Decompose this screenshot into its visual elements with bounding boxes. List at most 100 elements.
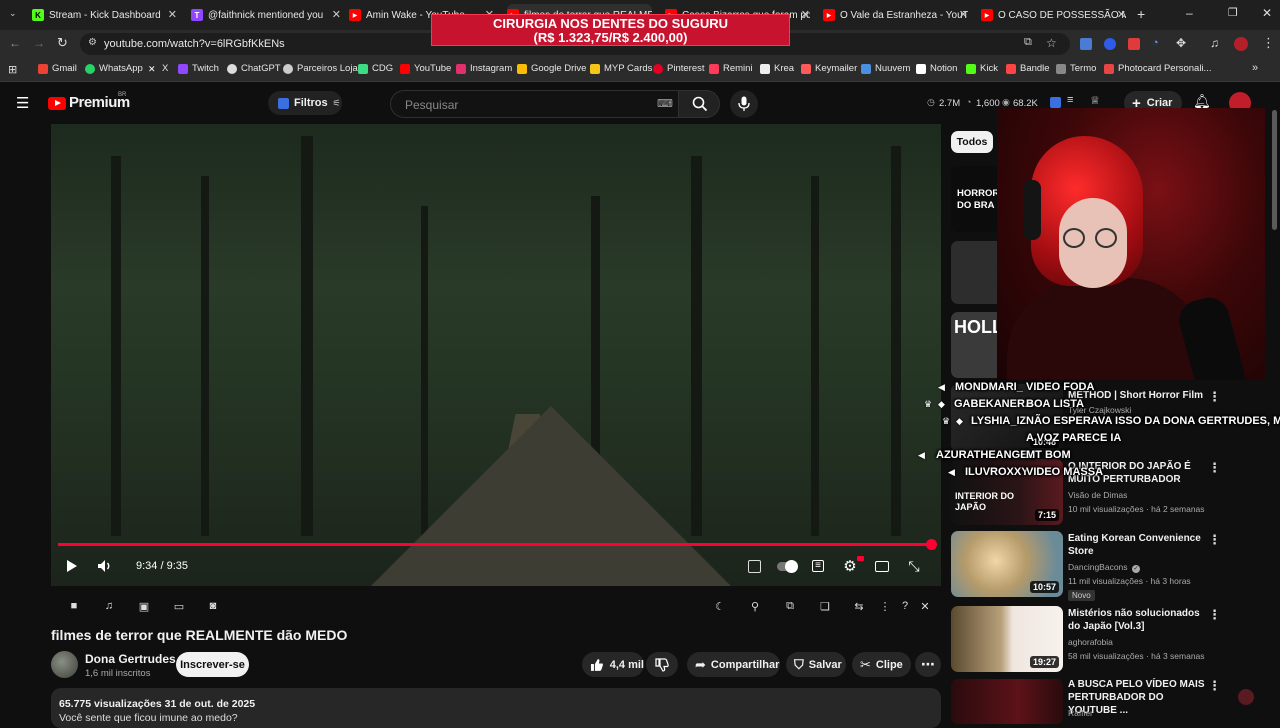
lightbulb-icon[interactable]: ⚲ (746, 598, 764, 614)
related-thumbnail[interactable]: 19:27 (951, 606, 1063, 672)
browser-menu-icon[interactable]: ⋮ (1262, 35, 1275, 51)
dislike-button[interactable] (646, 652, 678, 677)
new-tab-icon[interactable]: + (1137, 6, 1145, 22)
bookmark-pinterest[interactable]: Pinterest (653, 63, 705, 74)
bookmark-instagram[interactable]: Instagram (456, 63, 512, 74)
apps-grid-icon[interactable]: ⊞ (8, 63, 17, 76)
minimize-icon[interactable]: – (1186, 6, 1193, 20)
extension-icon[interactable] (1104, 38, 1116, 50)
chip-all[interactable]: Todos (951, 131, 993, 153)
captions-icon[interactable]: ▭ (170, 598, 188, 614)
extensions-puzzle-icon[interactable]: ✥ (1176, 36, 1186, 50)
site-info-icon[interactable]: ⚙ (88, 37, 97, 48)
page-scrollbar[interactable] (1272, 110, 1277, 230)
media-control-icon[interactable]: ♫ (1210, 36, 1219, 50)
subtitles-button[interactable]: ≡ (808, 556, 828, 576)
keyboard-icon[interactable]: ⌨ (657, 97, 673, 110)
close-tab-icon[interactable]: ✕ (332, 8, 341, 21)
bookmark-gmail[interactable]: Gmail (38, 63, 77, 74)
related-video-channel[interactable]: Visão de Dimas (1068, 490, 1127, 500)
close-tab-icon[interactable]: ✕ (1117, 8, 1126, 21)
tab-kick-dashboard[interactable]: K Stream - Kick Dashboard ✕ (32, 4, 177, 26)
tab-vale-estranheza[interactable]: ▶ O Vale da Estranheza - YouTub ✕ (823, 4, 968, 26)
trophy-icon[interactable]: ♕ (1090, 94, 1100, 107)
related-thumbnail[interactable] (951, 679, 1063, 724)
volume-button[interactable] (95, 556, 115, 576)
play-button[interactable] (62, 556, 82, 576)
extension-icon[interactable] (1128, 38, 1140, 50)
tab-twitch-mention[interactable]: T @faithnick mentioned you ✕ (191, 4, 341, 26)
voice-search-button[interactable] (730, 90, 758, 118)
more-actions-button[interactable]: ⋯ (915, 652, 941, 677)
tab-list-chevron-icon[interactable]: ⌄ (9, 8, 17, 19)
extension-icon[interactable]: ◔ (1152, 37, 1159, 49)
share-button[interactable]: ➦ Compartilhar (687, 652, 780, 677)
bookmark-myp-cards[interactable]: MYP Cards (590, 63, 652, 74)
video-player[interactable] (51, 124, 941, 586)
autoplay-toggle[interactable] (777, 556, 798, 576)
close-window-icon[interactable]: ✕ (1262, 6, 1272, 20)
dark-mode-icon[interactable]: ☾ (711, 598, 729, 614)
bookmark-kick[interactable]: Kick (966, 63, 998, 74)
description-box[interactable]: 65.775 visualizações 31 de out. de 2025 … (51, 688, 941, 728)
install-app-icon[interactable]: ⧉ (1024, 36, 1032, 49)
restore-icon[interactable]: ❐ (1228, 6, 1238, 19)
bookmark-keymailer[interactable]: Keymailer (801, 63, 857, 74)
clip-button[interactable]: ✂ Clipe (852, 652, 911, 677)
subscribe-button[interactable]: Inscrever-se (176, 652, 249, 677)
floating-action-icon[interactable] (1238, 689, 1254, 705)
more-bookmarks-icon[interactable]: » (1252, 62, 1258, 74)
extension-icon[interactable] (1080, 38, 1092, 50)
extension-player-button[interactable] (744, 556, 764, 576)
queue-list-icon[interactable]: ≡ (1067, 94, 1073, 106)
stack-icon[interactable]: ❏ (816, 598, 834, 614)
bookmark-photocard[interactable]: Photocard Personali... (1104, 63, 1211, 74)
tab-caso-possessao[interactable]: ▶ O CASO DE POSSESSÃO MAIS ✕ (981, 4, 1126, 26)
bookmark-cdg[interactable]: CDG (358, 63, 393, 74)
bookmark-star-icon[interactable]: ☆ (1046, 36, 1057, 50)
close-tab-icon[interactable]: ✕ (168, 8, 177, 21)
video-progress-bar[interactable] (58, 539, 938, 550)
bookmark-nuuvem[interactable]: Nuuvem (861, 63, 910, 74)
hamburger-menu-icon[interactable]: ☰ (16, 94, 29, 112)
bookmark-remini[interactable]: Remini (709, 63, 753, 74)
more-options-icon[interactable]: ⋮ (1208, 389, 1221, 405)
more-options-icon[interactable]: ⋮ (1208, 678, 1221, 694)
settings-button[interactable]: ⚙ (840, 556, 864, 576)
search-button[interactable] (678, 90, 720, 118)
bookmark-google-drive[interactable]: Google Drive (517, 63, 586, 74)
loop-icon[interactable]: ⇆ (850, 598, 868, 614)
bookmark-chatgpt[interactable]: ChatGPT (227, 63, 281, 74)
bookmark-krea[interactable]: Krea (760, 63, 794, 74)
fullscreen-button[interactable]: ⤡ (904, 556, 924, 576)
bookmark-youtube[interactable]: YouTube (400, 63, 451, 74)
profile-avatar[interactable] (1234, 37, 1248, 51)
bookmark-whatsapp[interactable]: WhatsApp (85, 63, 143, 74)
related-video-title[interactable]: Mistérios não solucionados do Japão [Vol… (1068, 607, 1206, 633)
image-icon[interactable]: ▣ (135, 598, 153, 614)
related-video-channel[interactable]: Raffler (1068, 708, 1093, 718)
search-input[interactable]: Pesquisar ⌨ (390, 90, 678, 118)
record-video-icon[interactable]: ■ (65, 598, 83, 614)
more-options-icon[interactable]: ⋮ (1208, 532, 1221, 548)
pip-icon[interactable]: ⧉ (781, 598, 799, 614)
related-thumbnail[interactable]: 10:57 (951, 531, 1063, 597)
camera-icon[interactable]: ◙ (204, 598, 222, 614)
channel-avatar[interactable] (51, 651, 78, 678)
channel-name[interactable]: Dona Gertrudes (85, 652, 176, 666)
bookmark-notion[interactable]: Notion (916, 63, 957, 74)
bookmark-twitch[interactable]: Twitch (178, 63, 219, 74)
reload-icon[interactable]: ↻ (57, 35, 68, 51)
audio-icon[interactable]: ♫ (100, 598, 118, 614)
close-tab-icon[interactable]: ✕ (959, 8, 968, 21)
related-video-channel[interactable]: aghorafobia (1068, 637, 1113, 647)
bookmark-x[interactable]: ✕ X (148, 63, 168, 74)
close-toolbar-icon[interactable]: ✕ (916, 598, 934, 614)
miniplayer-button[interactable] (872, 556, 892, 576)
bookmark-bandle[interactable]: Bandle (1006, 63, 1050, 74)
like-button[interactable]: 4,4 mil (582, 652, 644, 677)
related-video-channel[interactable]: DancingBacons ✓ (1068, 562, 1140, 573)
youtube-logo-icon[interactable] (48, 97, 66, 110)
close-tab-icon[interactable]: ✕ (801, 8, 810, 21)
more-options-icon[interactable]: ⋮ (1208, 607, 1221, 623)
